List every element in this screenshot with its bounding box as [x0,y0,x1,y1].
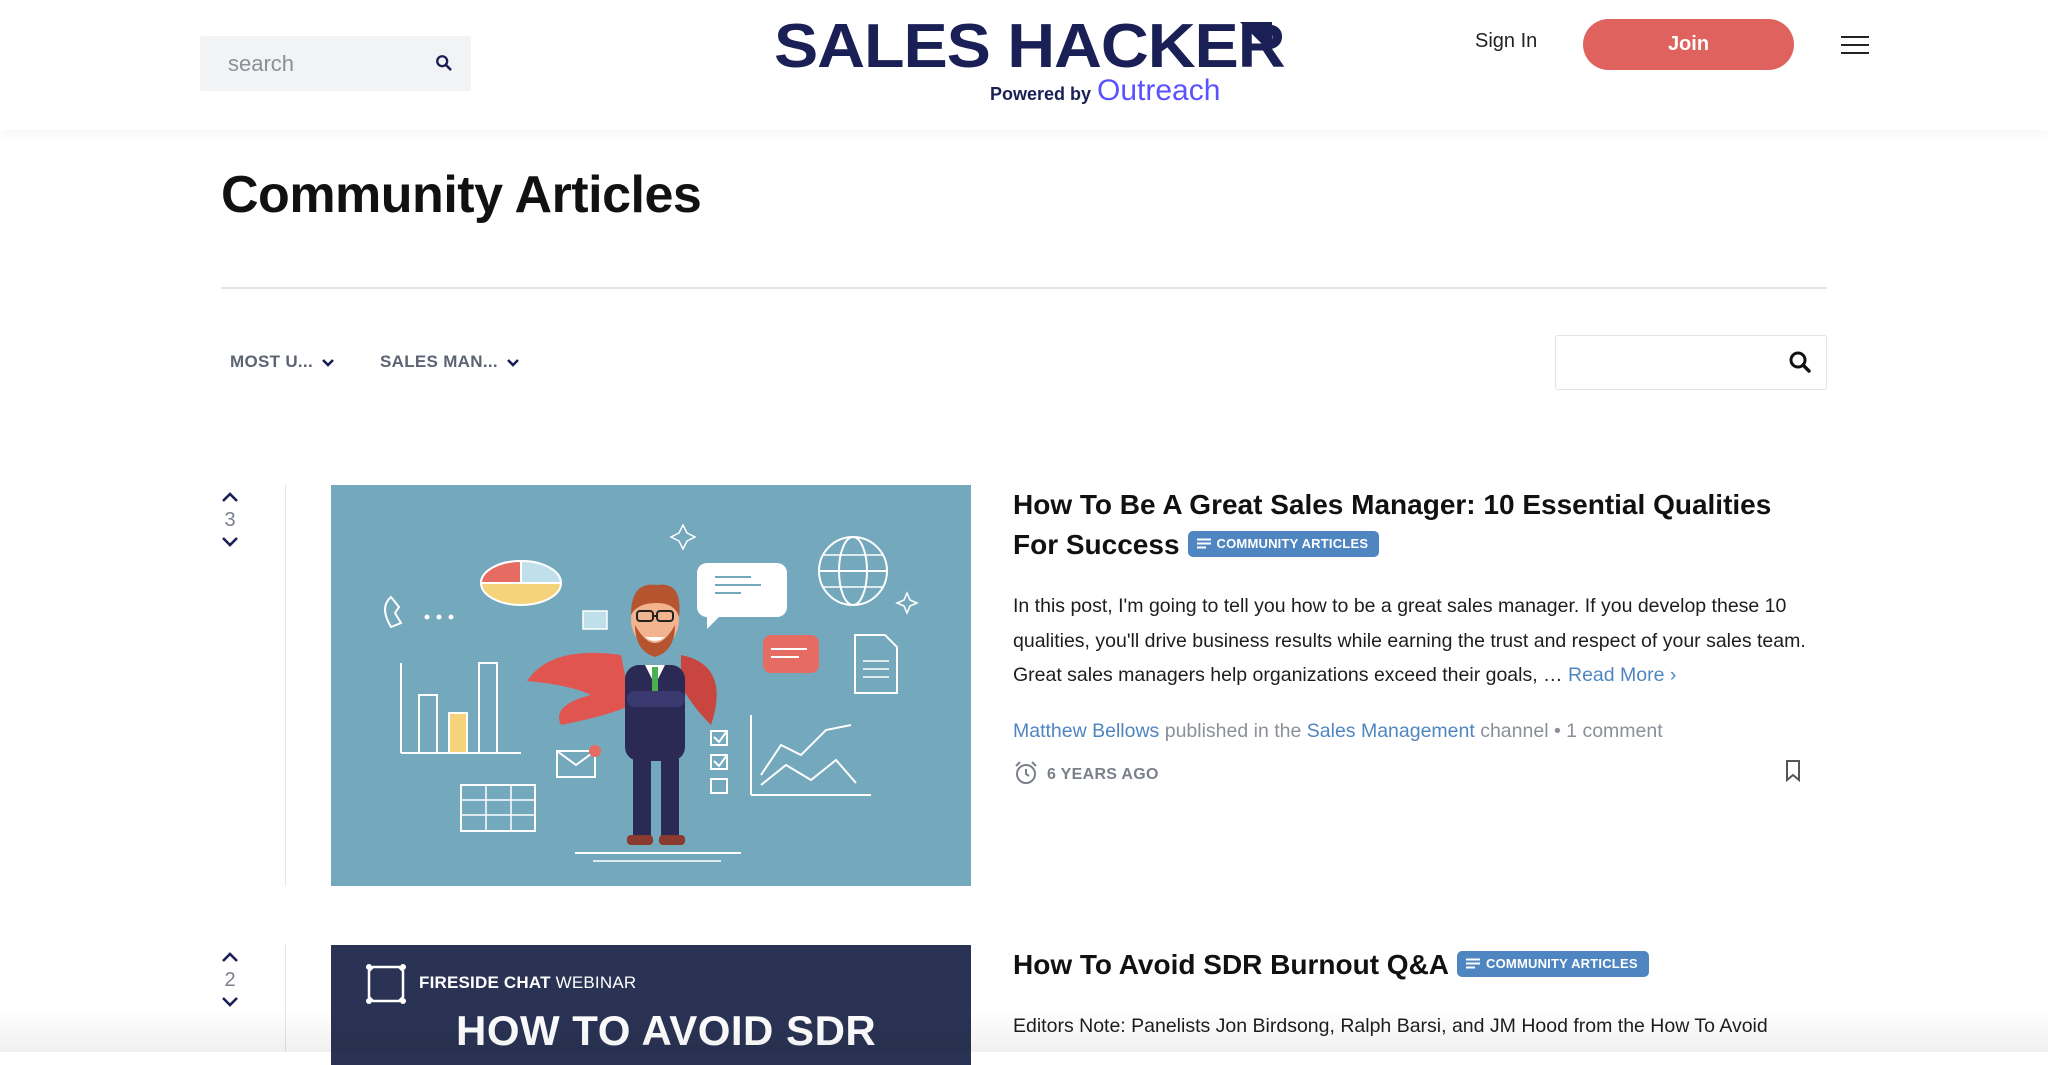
alarm-clock-icon [1015,761,1037,784]
header-search [200,36,471,91]
article-time-text: 6 YEARS AGO [1047,766,1159,784]
chevron-down-icon [322,358,334,367]
search-icon[interactable] [435,54,453,72]
vote-count: 3 [224,509,236,531]
frame-logo-icon [366,964,406,1004]
article-search [1555,335,1827,390]
vote-widget: 2 [218,946,242,1014]
published-text: published in the [1159,720,1307,742]
upvote-icon[interactable] [220,491,240,503]
downvote-icon[interactable] [220,996,240,1008]
channel-link[interactable]: Sales Management [1307,720,1475,742]
article-title-text: How To Avoid SDR Burnout Q&A [1013,949,1450,980]
logo-brand: Outreach [1097,74,1221,107]
title-divider [221,287,1827,289]
category-badge[interactable]: COMMUNITY ARTICLES [1187,530,1380,557]
sort-filter-label: MOST U... [230,352,313,371]
article-meta: Matthew Bellows published in the Sales M… [1013,720,1663,743]
logo-triangle-icon [1240,22,1272,54]
upvote-icon[interactable] [220,951,240,963]
thumbnail-kicker-bold: FIRESIDE CHAT [419,973,551,992]
list-icon [1466,958,1481,969]
vote-divider [285,945,286,1052]
thumbnail-kicker-light: WEBINAR [550,973,637,992]
vote-count: 2 [224,969,236,991]
join-button[interactable]: Join [1583,19,1794,70]
article-time: 6 YEARS AGO [1013,761,1159,788]
article-thumbnail[interactable] [331,485,971,886]
category-badge[interactable]: COMMUNITY ARTICLES [1457,950,1649,977]
category-filter-label: SALES MAN... [380,352,498,371]
article-excerpt: Editors Note: Panelists Jon Birdsong, Ra… [1013,1009,1813,1044]
article-search-input[interactable] [1566,344,1780,382]
logo-powered-by: Powered by [990,84,1092,104]
article-title[interactable]: How To Avoid SDR Burnout Q&A COMMUNITY AR… [1013,945,1813,985]
chevron-down-icon [506,358,519,367]
sign-in-link[interactable]: Sign In [1475,30,1537,53]
header-search-input[interactable] [228,36,418,91]
author-link[interactable]: Matthew Bellows [1013,720,1159,742]
vote-widget: 3 [218,486,242,554]
bookmark-icon[interactable] [1785,760,1801,782]
channel-suffix: channel • 1 comment [1474,720,1663,742]
category-filter-dropdown[interactable]: SALES MAN... [380,352,520,372]
sort-filter-dropdown[interactable]: MOST U... [230,352,335,372]
article-title-text: How To Be A Great Sales Manager: 10 Esse… [1013,489,1772,560]
category-badge-label: COMMUNITY ARTICLES [1216,535,1369,551]
page-title: Community Articles [221,166,702,224]
sales-manager-illustration [384,523,919,862]
menu-icon[interactable] [1841,36,1869,58]
category-badge-label: COMMUNITY ARTICLES [1486,955,1638,971]
article-title[interactable]: How To Be A Great Sales Manager: 10 Esse… [1013,485,1813,565]
article-excerpt-text: In this post, I'm going to tell you how … [1013,595,1806,686]
site-header: SALES HACKER Powered byOutreach Sign In … [0,0,2048,130]
article-excerpt: In this post, I'm going to tell you how … [1013,589,1813,693]
logo-subtitle: Powered by Outreach [990,74,1220,108]
list-icon [1196,538,1211,549]
sales-hacker-logo[interactable]: SALES HACKER Powered by Outreach [774,16,1286,108]
search-icon[interactable] [1788,350,1812,374]
article-thumbnail[interactable]: FIRESIDE CHAT WEBINAR HOW TO AVOID SDR [331,945,971,1065]
vote-divider [285,485,286,886]
thumbnail-headline: HOW TO AVOID SDR [456,1007,877,1054]
thumbnail-kicker: FIRESIDE CHAT WEBINAR [419,973,636,993]
downvote-icon[interactable] [220,536,240,548]
read-more-link[interactable]: Read More › [1568,664,1676,686]
article-excerpt-text: Editors Note: Panelists Jon Birdsong, Ra… [1013,1015,1768,1037]
logo-title: SALES HACKER [774,12,1286,81]
